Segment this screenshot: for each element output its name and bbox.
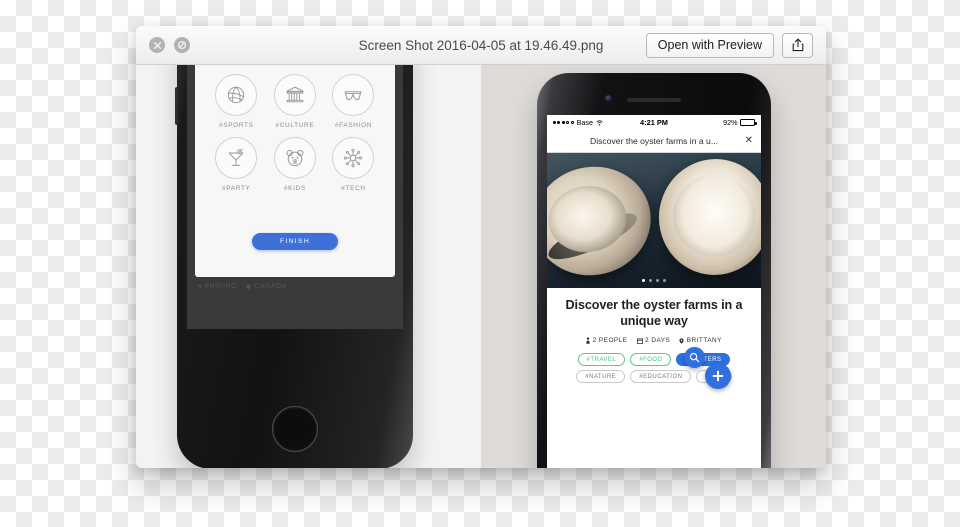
article-meta: 2 PEOPLE 2 DAYS BRITTANY: [559, 337, 749, 344]
category-card: #TRAVEL #ADVENTURE: [195, 65, 395, 277]
tag-icon: [197, 284, 202, 289]
phone-mockup-right: Base 4:21 PM 92% Discover the oyster far…: [537, 73, 771, 468]
category-label: #KIDS: [283, 185, 306, 192]
background-meta-item: CANADA: [246, 283, 287, 290]
carousel-dot[interactable]: [648, 278, 653, 282]
meta-location-label: BRITTANY: [686, 337, 722, 345]
meta-location: BRITTANY: [679, 337, 722, 344]
carousel-dot[interactable]: [662, 278, 667, 282]
location-pin-icon: [246, 284, 251, 290]
screenshot-image: #HIKING CANADA #SPORTS #CULTURE #FASHION…: [136, 65, 826, 468]
left-panel: #HIKING CANADA #SPORTS #CULTURE #FASHION…: [136, 65, 481, 468]
category-label: #ADVENTURE: [270, 65, 320, 66]
phone-screen-left: #HIKING CANADA #SPORTS #CULTURE #FASHION…: [187, 65, 403, 329]
window-controls: [149, 37, 190, 53]
category-party[interactable]: #PARTY: [207, 137, 266, 192]
article-headline: Discover the oyster farms in a unique wa…: [565, 298, 743, 328]
location-pin-icon: [679, 338, 684, 344]
category-label: #CULTURE: [275, 122, 315, 129]
category-label: #FOOD: [341, 65, 367, 66]
category-fashion[interactable]: #FASHION: [324, 74, 383, 129]
add-fab[interactable]: [705, 363, 731, 389]
museum-icon: [273, 74, 316, 116]
underwear-icon: [332, 74, 375, 116]
finish-button-wrap: FINISH: [195, 233, 395, 250]
phone-mockup-left: #HIKING CANADA #SPORTS #CULTURE #FASHION…: [175, 65, 413, 468]
screenshot-stage: Screen Shot 2016-04-05 at 19.46.49.png O…: [0, 0, 960, 527]
hero-image: [547, 153, 761, 288]
background-meta: #HIKING CANADA: [197, 283, 287, 290]
meta-days: 2 DAYS: [636, 337, 671, 345]
right-panel: Base 4:21 PM 92% Discover the oyster far…: [481, 65, 826, 468]
open-with-preview-button[interactable]: Open with Preview: [645, 32, 774, 58]
home-button[interactable]: [272, 406, 318, 452]
volleyball-icon: [215, 74, 258, 116]
meta-people-label: 2 PEOPLE: [592, 337, 628, 345]
oyster-left: [547, 154, 663, 288]
search-icon: [689, 352, 700, 363]
oyster-right: [649, 153, 761, 284]
background-meta-label: CANADA: [254, 283, 287, 290]
calendar-icon: [636, 338, 643, 344]
meta-people: 2 PEOPLE: [586, 337, 627, 344]
carousel-dots[interactable]: [547, 278, 761, 282]
window-actions: Open with Preview: [645, 32, 813, 58]
no-entry-icon[interactable]: [174, 37, 190, 53]
category-culture[interactable]: #CULTURE: [266, 74, 325, 129]
category-food[interactable]: #FOOD: [324, 65, 383, 66]
background-meta-item: #HIKING: [197, 283, 237, 290]
close-icon[interactable]: ✕: [745, 136, 753, 146]
background-meta-label: #HIKING: [205, 283, 238, 290]
plus-icon: [712, 370, 724, 382]
category-sports[interactable]: #SPORTS: [207, 74, 266, 129]
category-label: #SPORTS: [218, 122, 254, 129]
meta-days-label: 2 DAYS: [645, 337, 671, 345]
category-label: #TECH: [341, 185, 366, 192]
cocktail-icon: [215, 137, 258, 179]
category-grid: #TRAVEL #ADVENTURE: [195, 65, 395, 200]
category-adventure[interactable]: #ADVENTURE: [266, 65, 325, 66]
window-titlebar: Screen Shot 2016-04-05 at 19.46.49.png O…: [136, 26, 826, 65]
phone-side-button: [175, 87, 178, 125]
browser-title: Discover the oyster farms in a u...: [590, 136, 718, 146]
finish-button[interactable]: FINISH: [252, 233, 338, 250]
share-icon[interactable]: [782, 32, 813, 58]
bear-face-icon: [273, 137, 316, 179]
person-icon: [586, 337, 590, 345]
earpiece-speaker: [627, 98, 681, 102]
carousel-dot[interactable]: [655, 278, 660, 282]
tag-food[interactable]: #FOOD: [630, 353, 672, 367]
category-label: #FASHION: [334, 122, 373, 129]
close-icon[interactable]: [149, 37, 165, 53]
browser-title-bar: Discover the oyster farms in a u... ✕: [547, 130, 761, 153]
status-bar: Base 4:21 PM 92%: [547, 115, 761, 130]
tag-nature[interactable]: #NATURE: [576, 370, 626, 384]
carousel-dot[interactable]: [641, 278, 646, 282]
phone-screen-right: Base 4:21 PM 92% Discover the oyster far…: [547, 115, 761, 468]
category-tech[interactable]: #TECH: [324, 137, 383, 192]
front-camera-icon: [605, 95, 612, 102]
tag-education[interactable]: #EDUCATION: [630, 370, 692, 384]
category-travel[interactable]: #TRAVEL: [207, 65, 266, 66]
circuit-icon: [332, 137, 375, 179]
status-time: 4:21 PM: [640, 118, 668, 127]
category-label: #TRAVEL: [220, 65, 253, 66]
quick-look-window: Screen Shot 2016-04-05 at 19.46.49.png O…: [136, 26, 826, 468]
tag-travel[interactable]: #TRAVEL: [577, 353, 626, 367]
category-label: #PARTY: [222, 185, 251, 192]
battery-icon: [740, 119, 757, 126]
search-fab[interactable]: [684, 347, 705, 368]
category-kids[interactable]: #KIDS: [266, 137, 325, 192]
